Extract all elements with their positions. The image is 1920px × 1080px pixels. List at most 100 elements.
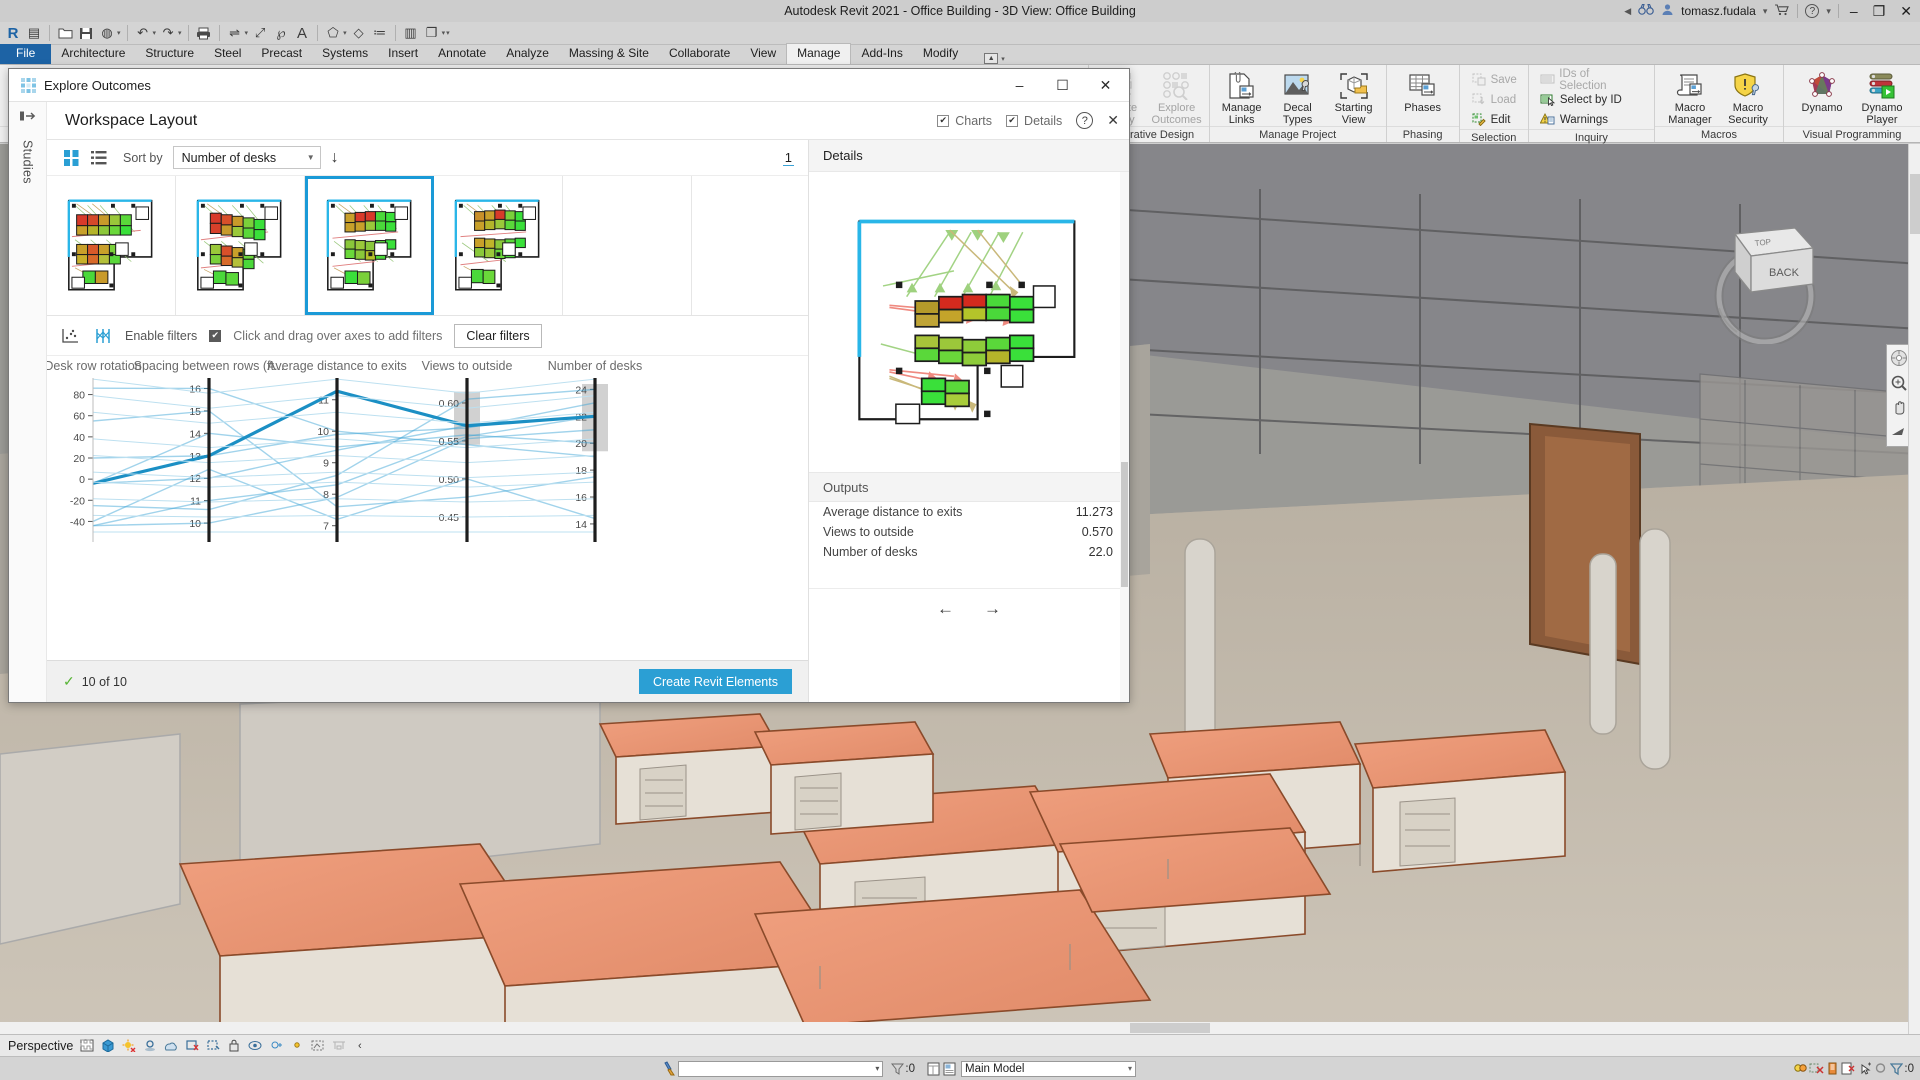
grid-view-icon[interactable] xyxy=(63,149,80,166)
open-icon[interactable] xyxy=(56,24,74,42)
outcome-card-1[interactable] xyxy=(47,176,176,315)
page-number-label[interactable]: 1 xyxy=(782,150,794,166)
dynamo-player-button[interactable]: Dynamo Player xyxy=(1854,68,1910,126)
ribbon-tab-manage[interactable]: Manage xyxy=(786,43,852,64)
studies-rail-label[interactable]: Studies xyxy=(21,140,35,184)
revit-logo-icon[interactable]: R xyxy=(4,24,22,42)
filter-toolbar[interactable]: Enable filters ✔ Click and drag over axe… xyxy=(47,316,808,356)
analytical-model-icon[interactable] xyxy=(310,1038,325,1053)
steering-wheel-icon[interactable] xyxy=(1889,348,1909,368)
details-navigation[interactable]: ← → xyxy=(809,588,1129,619)
ribbon-tab-strip[interactable]: File Architecture Structure Steel Precas… xyxy=(0,43,1920,65)
temporary-view-properties-icon[interactable] xyxy=(289,1038,304,1053)
status-search-input[interactable]: ▾ xyxy=(678,1060,884,1077)
select-links-icon[interactable] xyxy=(1856,1061,1872,1077)
ribbon-collapse-chevron-icon[interactable]: ▾ xyxy=(1001,55,1005,63)
user-avatar-icon[interactable] xyxy=(1661,3,1674,19)
text-icon[interactable]: A xyxy=(293,24,311,42)
lock-3d-view-icon[interactable] xyxy=(226,1038,241,1053)
temporary-hide-isolate-icon[interactable] xyxy=(247,1038,262,1053)
dialog-maximize-button[interactable]: ☐ xyxy=(1041,69,1084,101)
dynamo-button[interactable]: Dynamo xyxy=(1794,68,1850,114)
properties-panel-icon[interactable] xyxy=(925,1061,941,1077)
expand-panel-icon[interactable] xyxy=(19,110,36,126)
constraints-icon[interactable] xyxy=(331,1038,346,1053)
undo-icon[interactable]: ↶ xyxy=(134,24,152,42)
thin-lines-icon[interactable]: ≔ xyxy=(371,24,389,42)
horizontal-scroll-thumb[interactable] xyxy=(1130,1023,1210,1033)
workset-select[interactable]: Main Model ▾ xyxy=(961,1060,1136,1077)
tag-icon[interactable]: ℘ xyxy=(272,24,290,42)
outcome-cards[interactable] xyxy=(47,176,821,315)
user-menu-chevron-icon[interactable]: ▾ xyxy=(1763,6,1768,17)
help-icon[interactable]: ? xyxy=(1805,4,1820,18)
details-scrollbar[interactable] xyxy=(1120,172,1129,702)
switch-windows-icon[interactable]: ❐ xyxy=(423,24,441,42)
viewport-vertical-scrollbar[interactable] xyxy=(1908,144,1920,1034)
manage-links-button[interactable]: Manage Links xyxy=(1216,68,1268,126)
dialog-panel-close-icon[interactable]: ✕ xyxy=(1107,112,1119,129)
sort-chevron-down-icon[interactable]: ▼ xyxy=(307,153,315,162)
dialog-close-button[interactable]: ✕ xyxy=(1084,69,1127,101)
parallel-coordinates-svg[interactable]: Desk row rotation -40 -20 0 20 40 60 80 Spacing … xyxy=(47,356,808,572)
ribbon-collapse-icon[interactable]: ▲ xyxy=(984,53,999,64)
ribbon-tab-addins[interactable]: Add-Ins xyxy=(851,44,912,64)
charts-toggle[interactable]: ✔ Charts xyxy=(937,114,992,128)
section-icon[interactable]: ◇ xyxy=(350,24,368,42)
ribbon-tab-annotate[interactable]: Annotate xyxy=(428,44,496,64)
filter-count-icon[interactable] xyxy=(889,1061,905,1077)
binoculars-search-icon[interactable] xyxy=(1638,3,1654,19)
save-icon[interactable] xyxy=(77,24,95,42)
model-graphics-icon[interactable] xyxy=(100,1038,115,1053)
print-icon[interactable] xyxy=(195,24,213,42)
worksets-icon[interactable] xyxy=(941,1061,957,1077)
ribbon-tab-systems[interactable]: Systems xyxy=(312,44,378,64)
view-cube[interactable]: BACK TOP xyxy=(1695,214,1835,344)
starting-view-button[interactable]: Starting View xyxy=(1328,68,1380,126)
ribbon-tab-insert[interactable]: Insert xyxy=(378,44,428,64)
redo-chevron-icon[interactable]: ▾ xyxy=(178,29,182,37)
show-crop-region-icon[interactable] xyxy=(205,1038,220,1053)
redo-icon[interactable]: ↷ xyxy=(159,24,177,42)
crop-view-icon[interactable] xyxy=(184,1038,199,1053)
reveal-hidden-elements-icon[interactable] xyxy=(268,1038,283,1053)
ribbon-tab-massing-site[interactable]: Massing & Site xyxy=(559,44,659,64)
ribbon-tab-steel[interactable]: Steel xyxy=(204,44,251,64)
viewport-horizontal-scrollbar[interactable] xyxy=(0,1022,1908,1034)
shadows-icon[interactable] xyxy=(142,1038,157,1053)
studies-rail[interactable]: Studies xyxy=(9,102,47,702)
collapse-arrow-icon[interactable]: ◀ xyxy=(1624,6,1631,17)
ribbon-tab-modify[interactable]: Modify xyxy=(913,44,968,64)
dialog-minimize-button[interactable]: ‒ xyxy=(998,69,1041,101)
details-checkbox[interactable]: ✔ xyxy=(1006,114,1019,127)
details-preview[interactable] xyxy=(809,172,1129,472)
zoom-extents-icon[interactable] xyxy=(1889,373,1909,393)
ribbon-tab-analyze[interactable]: Analyze xyxy=(496,44,559,64)
ribbon-tab-collaborate[interactable]: Collaborate xyxy=(659,44,740,64)
outcome-card-3[interactable] xyxy=(305,176,434,315)
customize-qat-icon[interactable]: ▾ xyxy=(446,29,450,37)
enable-filters-checkbox[interactable]: ✔ xyxy=(209,329,222,342)
phases-button[interactable]: Phases xyxy=(1397,68,1449,114)
edit-selection-button[interactable]: Edit xyxy=(1468,110,1520,129)
macro-security-button[interactable]: Macro Security xyxy=(1721,68,1775,126)
switch-windows-chevron-icon[interactable]: ▾ xyxy=(442,29,446,37)
rendering-dialog-icon[interactable] xyxy=(163,1038,178,1053)
parallel-coordinates-view-icon[interactable] xyxy=(93,327,113,345)
list-view-icon[interactable] xyxy=(90,149,107,166)
sort-by-select[interactable]: Number of desks ▼ xyxy=(172,146,321,169)
ribbon-tab-view[interactable]: View xyxy=(740,44,786,64)
undo-chevron-icon[interactable]: ▾ xyxy=(153,29,157,37)
look-icon[interactable] xyxy=(1889,423,1909,443)
next-outcome-arrow-icon[interactable]: → xyxy=(984,599,1001,619)
close-button[interactable]: ✕ xyxy=(1896,3,1916,20)
view-chevron-icon[interactable]: ▾ xyxy=(343,29,347,37)
outcomes-toolbar[interactable]: Sort by Number of desks ▼ ↓ 1 xyxy=(47,140,808,176)
measure-chevron-icon[interactable]: ▾ xyxy=(245,29,249,37)
macro-manager-button[interactable]: Macro Manager xyxy=(1663,68,1717,126)
view-control-bar[interactable]: Perspective ‹ xyxy=(0,1034,1920,1056)
shopping-cart-icon[interactable] xyxy=(1774,3,1790,19)
user-name-label[interactable]: tomasz.fudala xyxy=(1681,4,1756,18)
pan-icon[interactable] xyxy=(1889,398,1909,418)
outcome-card-4[interactable] xyxy=(434,176,563,315)
